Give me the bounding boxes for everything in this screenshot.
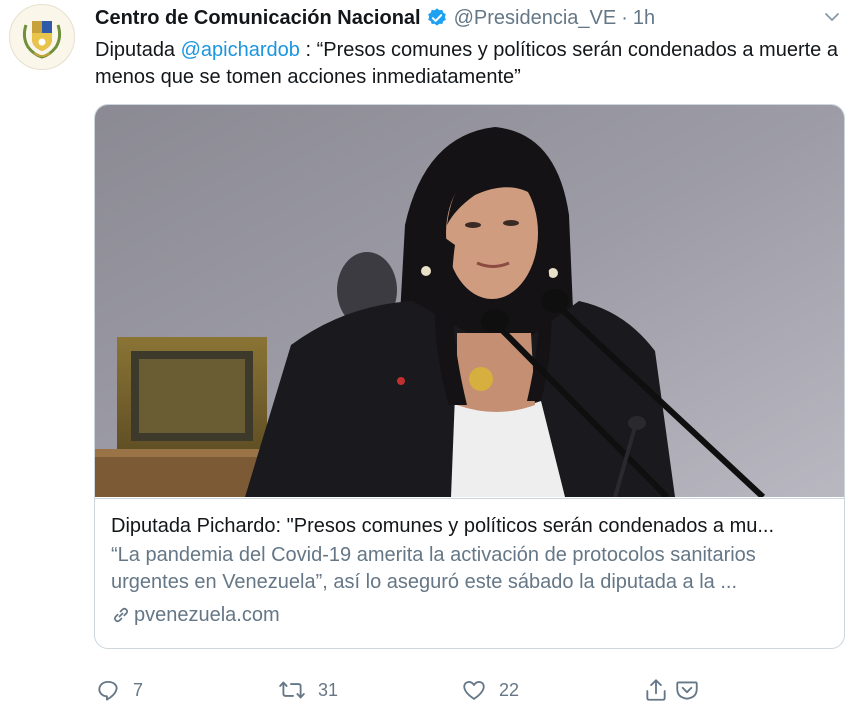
- retweet-count: 31: [318, 679, 339, 700]
- pocket-button[interactable]: [675, 675, 699, 705]
- pocket-icon: [676, 681, 698, 700]
- avatar[interactable]: [9, 4, 75, 70]
- reply-icon: [98, 680, 118, 701]
- retweet-button[interactable]: 31: [278, 675, 338, 705]
- card-domain-text: pvenezuela.com: [134, 604, 280, 626]
- coat-of-arms-icon: [22, 21, 62, 59]
- card-image[interactable]: [95, 105, 844, 497]
- card-description: “La pandemia del Covid-19 amerita la act…: [111, 544, 756, 593]
- author-handle[interactable]: @Presidencia_VE: [454, 7, 617, 30]
- share-button[interactable]: [644, 675, 668, 705]
- share-icon: [646, 679, 666, 701]
- verified-badge-icon: [426, 7, 448, 29]
- retweet-icon: [279, 681, 305, 699]
- mention-link[interactable]: @apichardob: [181, 39, 300, 61]
- card-body[interactable]: Diputada Pichardo: "Presos comunes y pol…: [95, 498, 844, 648]
- author-name[interactable]: Centro de Comunicación Nacional: [95, 7, 421, 30]
- separator-dot: ·: [621, 6, 628, 29]
- link-icon: [111, 605, 131, 625]
- tweet-text: Diputada @apichardob : “Presos comunes y…: [95, 37, 845, 91]
- tweet-timestamp[interactable]: 1h: [633, 7, 655, 30]
- heart-icon: [463, 681, 485, 700]
- like-count: 22: [499, 679, 520, 700]
- reply-button[interactable]: 7: [95, 675, 143, 705]
- reply-count: 7: [133, 679, 144, 700]
- tweet-header: Centro de Comunicación Nacional @Preside…: [95, 4, 845, 32]
- card-domain[interactable]: pvenezuela.com: [111, 602, 280, 628]
- link-card[interactable]: Diputada Pichardo: "Presos comunes y pol…: [94, 104, 845, 649]
- card-title[interactable]: Diputada Pichardo: "Presos comunes y pol…: [111, 513, 836, 539]
- like-button[interactable]: 22: [461, 675, 519, 705]
- tweet-text-prefix: Diputada: [95, 39, 181, 61]
- action-bar: 7 31 22: [95, 675, 735, 705]
- chevron-down-icon[interactable]: [821, 6, 843, 28]
